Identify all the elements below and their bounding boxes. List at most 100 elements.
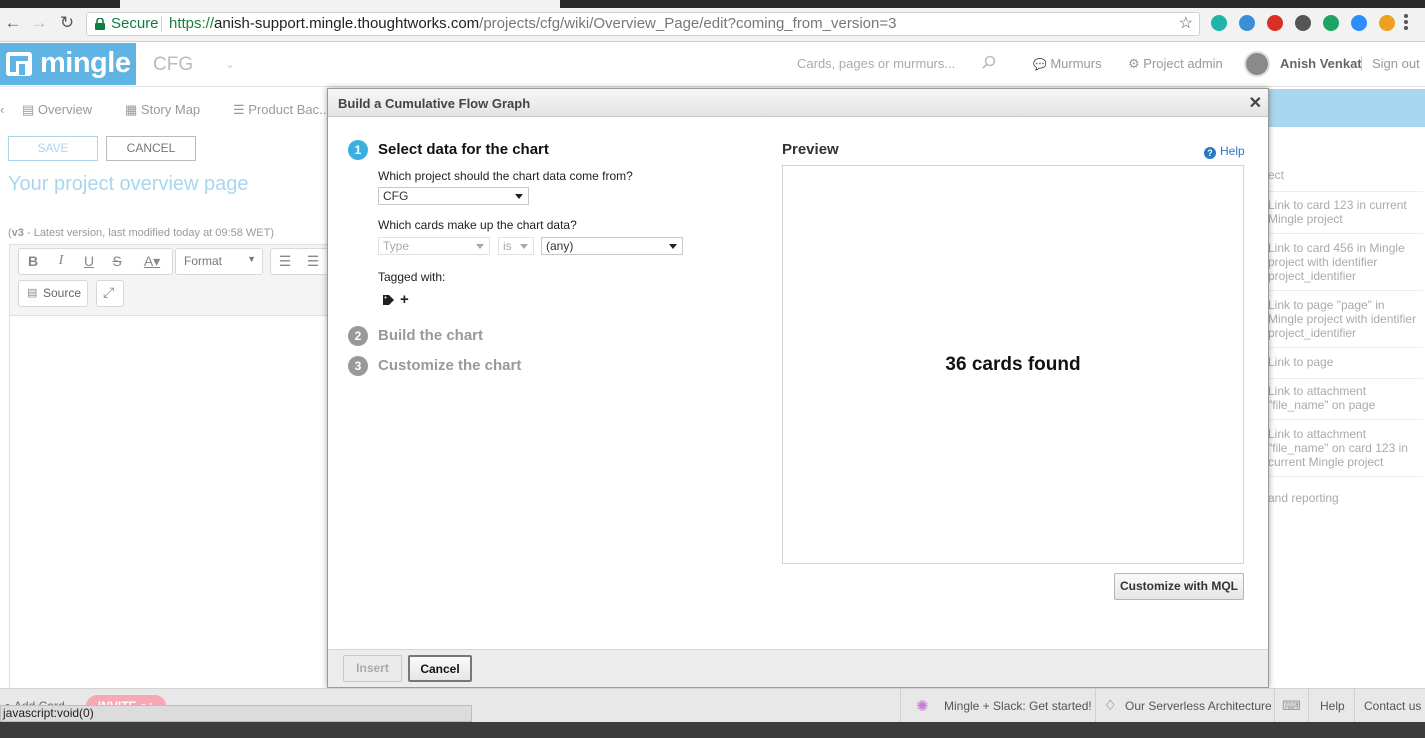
bullet-list-icon[interactable]: ☰ xyxy=(303,253,323,270)
chevron-down-icon: ▼ xyxy=(247,254,256,264)
list-icon: ☰ xyxy=(233,102,245,117)
list-item[interactable]: ect xyxy=(1268,168,1423,192)
browser-tab[interactable] xyxy=(120,0,560,8)
user-name[interactable]: Anish Venkat xyxy=(1280,56,1362,71)
mingle-logo-icon xyxy=(6,52,32,76)
secure-label: Secure xyxy=(111,15,159,32)
list-group: ☰ ☰ xyxy=(270,248,332,275)
murmurs-link[interactable]: 💬 Murmurs xyxy=(1033,56,1102,71)
bold-icon[interactable]: B xyxy=(23,253,43,269)
preview-title: Preview xyxy=(782,141,839,158)
browser-extension-icon[interactable] xyxy=(1379,15,1395,31)
forward-icon[interactable]: → xyxy=(30,14,48,32)
maximize-icon[interactable]: ⤢ xyxy=(96,280,124,307)
browser-status-bar: javascript:void(0) xyxy=(0,705,472,722)
search-icon[interactable] xyxy=(982,55,996,69)
slack-link[interactable]: Mingle + Slack: Get started! xyxy=(944,699,1092,713)
serverless-link[interactable]: Our Serverless Architecture xyxy=(1125,699,1272,713)
grid-icon: ▦ xyxy=(125,102,138,117)
format-label: Format xyxy=(184,254,223,268)
slack-icon: ✺ xyxy=(916,698,929,715)
bookmark-star-icon[interactable]: ☆ xyxy=(1179,13,1193,35)
divider xyxy=(1274,689,1275,723)
dropdown-arrow-icon xyxy=(515,194,523,199)
dropdown-arrow-icon xyxy=(476,244,484,249)
back-icon[interactable]: ← xyxy=(4,14,22,32)
italic-icon[interactable]: I xyxy=(51,253,71,269)
search-input[interactable]: Cards, pages or murmurs... xyxy=(797,56,955,71)
keyboard-icon[interactable]: ⌨ xyxy=(1282,698,1301,714)
step-1-label[interactable]: Select data for the chart xyxy=(378,141,549,158)
project-admin-link[interactable]: ⚙ Project admin xyxy=(1128,56,1223,72)
source-icon: ▤ xyxy=(27,287,38,299)
url-scheme: https:// xyxy=(169,15,215,32)
numbered-list-icon[interactable]: ☰ xyxy=(275,253,295,270)
bell-icon: ♢ xyxy=(1104,697,1117,713)
avatar[interactable] xyxy=(1244,51,1270,77)
speech-bubble-icon: 💬 xyxy=(1033,59,1047,71)
browser-extension-icon[interactable] xyxy=(1211,15,1227,31)
browser-extension-icon[interactable] xyxy=(1323,15,1339,31)
filter-operator-select[interactable]: is xyxy=(498,237,534,255)
browser-extension-icon[interactable] xyxy=(1239,15,1255,31)
sign-out-link[interactable]: Sign out xyxy=(1372,56,1420,71)
help-bottom-link[interactable]: Help xyxy=(1320,699,1345,713)
step-3-label[interactable]: Customize the chart xyxy=(378,357,521,374)
insert-button[interactable]: Insert xyxy=(343,655,402,682)
editor-area[interactable] xyxy=(9,316,329,688)
app-header: mingle CFG ⌄ Cards, pages or murmurs... … xyxy=(0,43,1425,87)
contact-us-link[interactable]: Contact us xyxy=(1364,699,1421,713)
list-item[interactable]: Link to card 123 in current Mingle proje… xyxy=(1268,198,1423,234)
collapse-icon[interactable]: ‹ xyxy=(0,102,4,117)
page-title: Your project overview page xyxy=(8,173,249,195)
text-color-icon[interactable]: A▾ xyxy=(137,253,167,270)
divider xyxy=(1354,689,1355,723)
browser-menu-icon[interactable] xyxy=(1404,14,1408,30)
tab-story-map[interactable]: ▦ Story Map xyxy=(125,102,200,118)
project-select[interactable]: CFG xyxy=(378,187,529,205)
customize-with-mql-button[interactable]: Customize with MQL xyxy=(1114,573,1244,600)
filter-value-select[interactable]: (any) xyxy=(541,237,683,255)
step-2-label[interactable]: Build the chart xyxy=(378,327,483,344)
list-item[interactable]: Link to attachment "file_name" on page xyxy=(1268,384,1423,420)
browser-extension-icon[interactable] xyxy=(1267,15,1283,31)
project-name[interactable]: CFG xyxy=(153,54,193,76)
tab-product-backlog-label: Product Bac... xyxy=(248,102,330,117)
page-icon: ▤ xyxy=(22,102,35,117)
cancel-dialog-button[interactable]: Cancel xyxy=(408,655,472,682)
version-tag: v3 xyxy=(11,227,24,239)
list-item[interactable]: and reporting xyxy=(1268,491,1423,515)
chevron-down-icon[interactable]: ⌄ xyxy=(225,57,235,71)
list-item[interactable]: Link to page xyxy=(1268,355,1423,379)
editor-toolbar: B I U S A▾ Format ▼ ☰ ☰ ▤ Source ⤢ xyxy=(9,244,332,316)
tab-overview[interactable]: ▤ Overview xyxy=(22,102,92,118)
lock-icon xyxy=(95,18,105,30)
close-icon[interactable]: ✕ xyxy=(1249,93,1262,113)
add-tag-icon[interactable]: + xyxy=(400,291,409,308)
browser-extension-icon[interactable] xyxy=(1295,15,1311,31)
tab-product-backlog[interactable]: ☰ Product Bac... xyxy=(233,102,330,118)
help-link[interactable]: ? Help xyxy=(1204,144,1245,159)
reload-icon[interactable]: ↻ xyxy=(58,14,76,32)
underline-icon[interactable]: U xyxy=(79,253,99,269)
source-button[interactable]: ▤ Source xyxy=(18,280,88,307)
list-item[interactable]: Link to page "page" in Mingle project wi… xyxy=(1268,298,1423,348)
dialog-footer: Insert Cancel xyxy=(328,649,1268,687)
text-style-group: B I U S A▾ xyxy=(18,248,173,275)
cancel-button[interactable]: CANCEL xyxy=(106,136,196,161)
cumulative-flow-graph-dialog: Build a Cumulative Flow Graph ✕ 1 Select… xyxy=(327,88,1269,688)
dialog-title: Build a Cumulative Flow Graph xyxy=(338,96,531,111)
browser-extension-icon[interactable] xyxy=(1351,15,1367,31)
filter-property-select[interactable]: Type xyxy=(378,237,490,255)
header-divider xyxy=(1361,56,1362,71)
help-icon: ? xyxy=(1204,147,1216,159)
save-button[interactable]: SAVE xyxy=(8,136,98,161)
format-select[interactable]: Format ▼ xyxy=(175,248,263,275)
os-dock xyxy=(0,722,1425,738)
divider xyxy=(900,689,901,723)
mingle-logo[interactable]: mingle xyxy=(0,43,136,85)
strikethrough-icon[interactable]: S xyxy=(107,253,127,269)
address-bar[interactable]: Secure https://anish-support.mingle.thou… xyxy=(86,12,1200,36)
list-item[interactable]: Link to attachment "file_name" on card 1… xyxy=(1268,427,1423,477)
list-item[interactable]: Link to card 456 in Mingle project with … xyxy=(1268,241,1423,291)
